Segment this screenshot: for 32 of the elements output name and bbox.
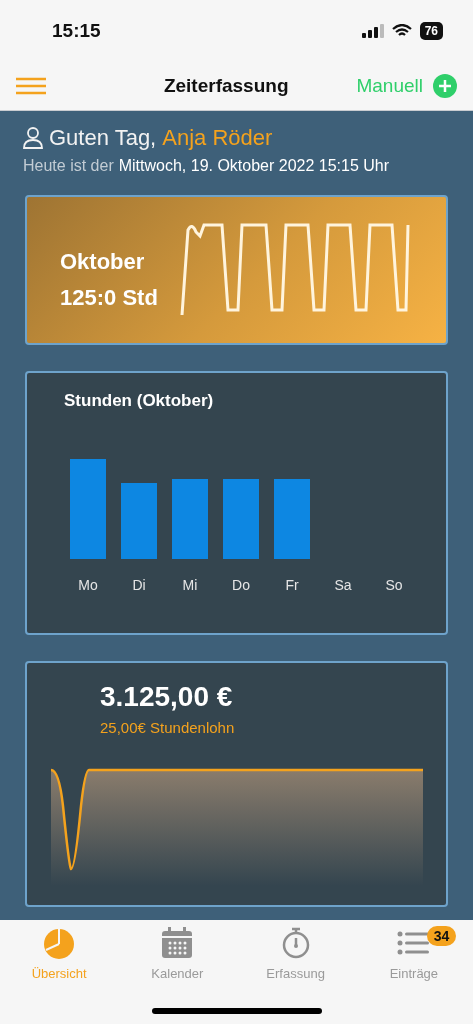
hourly-rate: 25,00€ Stundenlohn: [99, 718, 236, 736]
plus-icon: [433, 74, 457, 98]
user-icon: [23, 127, 43, 149]
date-label: Heute ist der: [23, 157, 114, 175]
status-time: 15:15: [52, 20, 101, 42]
battery-level: 76: [419, 22, 443, 40]
day-label: Mi: [181, 577, 199, 593]
day-label: Di: [131, 577, 147, 593]
day-label: So: [384, 577, 404, 593]
tab-bar-item[interactable]: Erfassung: [236, 926, 355, 981]
menu-icon[interactable]: [16, 77, 46, 95]
count-badge: 34: [426, 926, 457, 946]
current-date: Mittwoch, 19. Oktober 2022 15:15 Uhr: [118, 157, 390, 175]
screen-title: Zeiterfassung: [163, 75, 289, 97]
wifi-icon: [391, 24, 412, 38]
earnings-amount: 3.125,00 €: [99, 680, 234, 713]
greeting-text: Guten Tag,: [49, 125, 157, 151]
month-name: Oktober: [60, 249, 146, 275]
day-label: Sa: [333, 577, 353, 593]
month-hours: 125:0 Std: [60, 285, 158, 311]
day-label: Fr: [284, 577, 300, 593]
manual-entry-button[interactable]: Manuell: [356, 74, 457, 98]
chart-title: Stunden (Oktober): [63, 390, 215, 411]
tab-bar-item[interactable]: Übersicht: [0, 926, 119, 981]
signal-icon: [361, 24, 384, 38]
tab-bar-item[interactable]: Kalender: [118, 926, 237, 981]
calendar-icon: [160, 926, 195, 960]
pie-chart-icon: [42, 926, 77, 960]
day-label: Mo: [77, 577, 99, 593]
user-name: Anja Röder: [162, 125, 273, 151]
tab-bar-item[interactable]: Einträge 34: [354, 926, 473, 981]
day-label: Do: [231, 577, 251, 593]
